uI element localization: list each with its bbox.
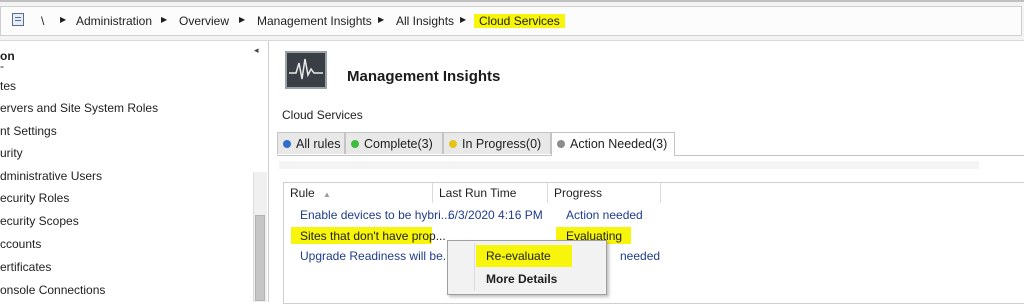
vertical-scrollbar[interactable]	[253, 172, 267, 302]
nav-item-security-scopes[interactable]: ecurity Scopes	[0, 214, 79, 228]
main-content: Management Insights Cloud Services All r…	[269, 41, 1024, 304]
page-title: Management Insights	[347, 68, 501, 85]
tab-action-needed[interactable]: Action Needed(3)	[551, 132, 675, 156]
tab-all-rules[interactable]: All rules	[277, 132, 345, 154]
breadcrumb-bar: \ ▶ Administration ▶ Overview ▶ Manageme…	[0, 0, 1024, 41]
chevron-right-icon[interactable]: ▶	[378, 15, 384, 24]
rule-cell[interactable]: Sites that don't have prop...	[300, 229, 446, 243]
column-header-label: Rule	[290, 186, 315, 200]
tab-label: All rules	[296, 137, 341, 151]
breadcrumb-root[interactable]: \	[41, 14, 44, 28]
nav-item-accounts[interactable]: ccounts	[0, 237, 41, 251]
tab-label: In Progress(0)	[462, 137, 542, 151]
management-insights-icon	[285, 51, 327, 89]
chevron-right-icon[interactable]: ▶	[239, 15, 245, 24]
menu-gutter	[474, 243, 475, 291]
top-edge	[0, 0, 1024, 2]
page-subtitle: Cloud Services	[282, 108, 363, 122]
nav-item-sites[interactable]: tes	[0, 79, 16, 93]
column-header-progress[interactable]: Progress	[548, 183, 661, 203]
scrollbar-thumb[interactable]	[255, 215, 265, 301]
chevron-right-icon[interactable]: ▶	[60, 15, 66, 24]
tab-label: Action Needed(3)	[570, 137, 668, 151]
navigation-pane: on ◂ - tes ervers and Site System Roles …	[0, 41, 269, 302]
blue-dot-icon	[283, 140, 291, 148]
context-menu: Re-evaluate More Details	[447, 240, 607, 295]
page-icon[interactable]	[12, 13, 24, 26]
yellow-dot-icon	[449, 140, 457, 148]
breadcrumb-administration[interactable]: Administration	[76, 14, 152, 28]
tab-complete[interactable]: Complete(3)	[345, 132, 443, 154]
nav-item[interactable]: -	[0, 59, 4, 73]
column-header-rule[interactable]: Rule ▲	[284, 183, 433, 203]
chevron-right-icon[interactable]: ▶	[460, 15, 466, 24]
chevron-right-icon[interactable]: ▶	[161, 15, 167, 24]
rule-cell[interactable]: Enable devices to be hybri...	[300, 208, 451, 222]
nav-item-security-roles[interactable]: ecurity Roles	[0, 191, 69, 205]
green-dot-icon	[351, 140, 359, 148]
menu-item-more-details[interactable]: More Details	[486, 272, 557, 286]
grey-dot-icon	[557, 140, 565, 148]
tab-label: Complete(3)	[364, 137, 433, 151]
nav-item-security[interactable]: urity	[0, 146, 23, 160]
menu-item-re-evaluate[interactable]: Re-evaluate	[476, 245, 572, 267]
breadcrumb-cloud-services[interactable]: Cloud Services	[474, 14, 565, 28]
collapse-pane-icon[interactable]: ◂	[254, 45, 259, 56]
nav-item-administrative-users[interactable]: dministrative Users	[0, 169, 102, 183]
breadcrumb-all-insights[interactable]: All Insights	[396, 14, 454, 28]
nav-item-client-settings[interactable]: nt Settings	[0, 124, 57, 138]
rule-cell[interactable]: Upgrade Readiness will be...	[300, 249, 453, 263]
column-header-label: Last Run Time	[439, 186, 517, 200]
breadcrumb-management-insights[interactable]: Management Insights	[257, 14, 372, 28]
last-run-cell: 6/3/2020 4:16 PM	[448, 208, 543, 222]
nav-item-certificates[interactable]: ertificates	[0, 260, 51, 274]
progress-cell: needed	[620, 249, 661, 263]
nav-item-servers-and-site-system-roles[interactable]: ervers and Site System Roles	[0, 101, 158, 115]
column-header-last-run-time[interactable]: Last Run Time	[433, 183, 548, 203]
panel-strip	[279, 161, 979, 169]
rules-grid: Rule ▲ Last Run Time Progress Enable dev…	[283, 182, 1024, 304]
progress-cell: Action needed	[566, 208, 643, 222]
tab-in-progress[interactable]: In Progress(0)	[443, 132, 551, 154]
column-header-label: Progress	[554, 186, 603, 200]
nav-item-console-connections[interactable]: onsole Connections	[0, 283, 105, 297]
sort-ascending-icon: ▲	[323, 190, 331, 199]
breadcrumb-overview[interactable]: Overview	[179, 14, 229, 28]
